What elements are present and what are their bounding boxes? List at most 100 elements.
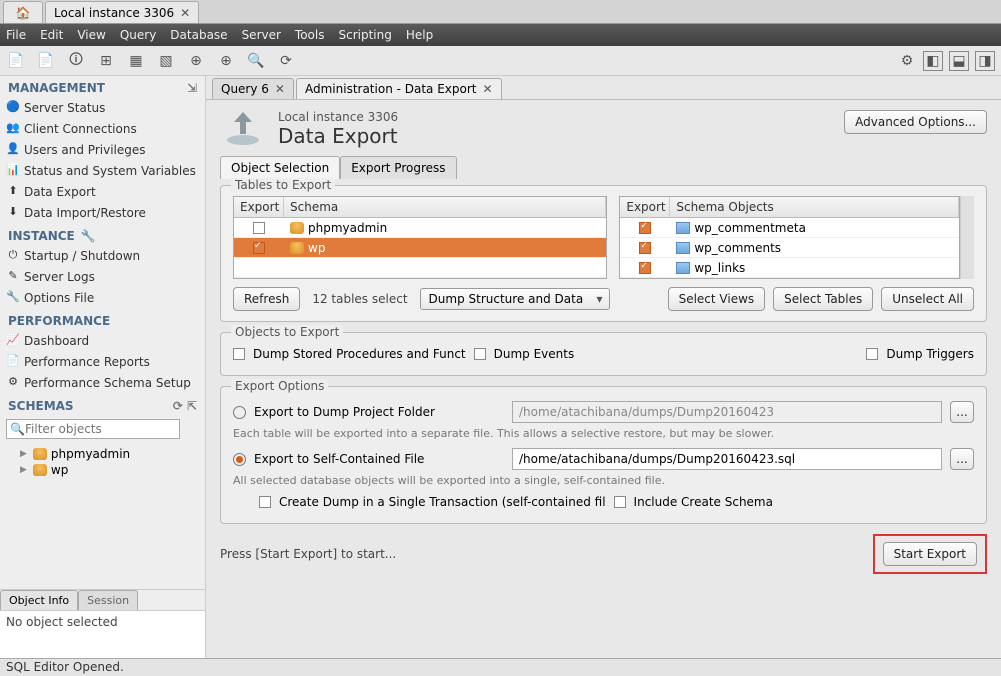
new-schema-icon[interactable]: ⊞ xyxy=(96,51,116,71)
col-export[interactable]: Export xyxy=(620,197,670,217)
export-file-radio[interactable] xyxy=(233,453,246,466)
gear-icon[interactable]: ⚙ xyxy=(897,51,917,71)
close-icon[interactable]: ✕ xyxy=(180,6,190,20)
export-icon: ⬆ xyxy=(6,183,20,197)
single-transaction-checkbox[interactable] xyxy=(259,496,271,508)
export-checkbox[interactable] xyxy=(639,242,651,254)
open-sql-icon[interactable]: 📄 xyxy=(36,51,56,71)
unselect-all-button[interactable]: Unselect All xyxy=(881,287,974,311)
schema-item-phpmyadmin[interactable]: ▶phpmyadmin xyxy=(6,446,199,462)
export-checkbox[interactable] xyxy=(639,222,651,234)
dump-procs-checkbox[interactable] xyxy=(233,348,245,360)
new-view-icon[interactable]: ▧ xyxy=(156,51,176,71)
reconnect-icon[interactable]: ⟳ xyxy=(276,51,296,71)
object-row[interactable]: wp_links xyxy=(620,258,959,278)
table-icon xyxy=(676,242,690,254)
management-header: MANAGEMENT ⇲ xyxy=(0,76,205,98)
object-row[interactable]: wp_commentmeta xyxy=(620,218,959,238)
nav-label: Server Status xyxy=(24,101,105,115)
inspector-icon[interactable]: 🛈 xyxy=(66,51,86,71)
subtab-object-selection[interactable]: Object Selection xyxy=(220,156,340,179)
nav-users-privileges[interactable]: 👤Users and Privileges xyxy=(0,140,205,161)
nav-data-export[interactable]: ⬆Data Export xyxy=(0,182,205,203)
object-name: wp_links xyxy=(694,261,745,275)
menu-tools[interactable]: Tools xyxy=(295,28,325,42)
advanced-options-button[interactable]: Advanced Options... xyxy=(844,110,987,134)
nav-status-variables[interactable]: 📊Status and System Variables xyxy=(0,161,205,182)
menu-query[interactable]: Query xyxy=(120,28,156,42)
nav-server-logs[interactable]: ✎Server Logs xyxy=(0,267,205,288)
press-start-hint: Press [Start Export] to start... xyxy=(220,547,396,561)
nav-perf-schema-setup[interactable]: ⚙Performance Schema Setup xyxy=(0,373,205,394)
search-icon[interactable]: 🔍 xyxy=(246,51,266,71)
home-tab[interactable]: 🏠 xyxy=(3,1,43,23)
nav-dashboard[interactable]: 📈Dashboard xyxy=(0,331,205,352)
nav-startup-shutdown[interactable]: ⏻Startup / Shutdown xyxy=(0,246,205,267)
file-path-input[interactable] xyxy=(512,448,942,470)
nav-perf-reports[interactable]: 📄Performance Reports xyxy=(0,352,205,373)
schema-row-phpmyadmin[interactable]: phpmyadmin xyxy=(234,218,606,238)
collapse-icon[interactable]: ⇲ xyxy=(187,81,197,95)
close-icon[interactable]: ✕ xyxy=(275,82,285,96)
dump-mode-select[interactable]: Dump Structure and Data xyxy=(420,288,610,310)
wrench-icon: 🔧 xyxy=(6,289,20,303)
col-export[interactable]: Export xyxy=(234,197,284,217)
folder-note: Each table will be exported into a separ… xyxy=(233,427,974,440)
browse-file-button[interactable]: ... xyxy=(950,448,974,470)
tree-arrow-icon[interactable]: ▶ xyxy=(20,449,27,459)
menu-view[interactable]: View xyxy=(77,28,105,42)
col-schema-objects[interactable]: Schema Objects xyxy=(670,197,959,217)
nav-label: Options File xyxy=(24,291,94,305)
tab-session[interactable]: Session xyxy=(78,590,138,610)
panel-right-icon[interactable]: ◨ xyxy=(975,51,995,71)
new-table-icon[interactable]: ▦ xyxy=(126,51,146,71)
nav-options-file[interactable]: 🔧 Options File xyxy=(0,288,205,309)
nav-client-connections[interactable]: 👥Client Connections xyxy=(0,119,205,140)
schemas-header: SCHEMAS⟳ ⇱ xyxy=(0,394,205,416)
select-views-button[interactable]: Select Views xyxy=(668,287,766,311)
expand-icon[interactable]: ⇱ xyxy=(187,399,197,413)
window-tab-bar: 🏠 Local instance 3306 ✕ xyxy=(0,0,1001,24)
panel-left-icon[interactable]: ◧ xyxy=(923,51,943,71)
schema-tree[interactable]: ▶phpmyadmin ▶wp xyxy=(0,442,205,589)
subtab-export-progress[interactable]: Export Progress xyxy=(340,156,456,179)
export-checkbox[interactable] xyxy=(253,222,265,234)
close-icon[interactable]: ✕ xyxy=(483,82,493,96)
export-folder-radio[interactable] xyxy=(233,406,246,419)
col-schema[interactable]: Schema xyxy=(284,197,606,217)
schema-item-wp[interactable]: ▶wp xyxy=(6,462,199,478)
new-sql-tab-icon[interactable]: 📄 xyxy=(6,51,26,71)
tab-object-info[interactable]: Object Info xyxy=(0,590,78,610)
schema-filter-input[interactable] xyxy=(6,419,180,439)
dump-events-checkbox[interactable] xyxy=(474,348,486,360)
export-checkbox[interactable] xyxy=(253,242,265,254)
schema-row-wp[interactable]: wp xyxy=(234,238,606,258)
refresh-button[interactable]: Refresh xyxy=(233,287,300,311)
new-proc-icon[interactable]: ⊕ xyxy=(186,51,206,71)
menu-database[interactable]: Database xyxy=(170,28,227,42)
menu-file[interactable]: File xyxy=(6,28,26,42)
table-icon xyxy=(676,222,690,234)
refresh-icon[interactable]: ⟳ xyxy=(173,399,183,413)
nav-data-import[interactable]: ⬇Data Import/Restore xyxy=(0,203,205,224)
menu-scripting[interactable]: Scripting xyxy=(338,28,391,42)
start-export-button[interactable]: Start Export xyxy=(883,542,977,566)
connection-tab[interactable]: Local instance 3306 ✕ xyxy=(45,1,199,23)
panel-bottom-icon[interactable]: ⬓ xyxy=(949,51,969,71)
dump-triggers-checkbox[interactable] xyxy=(866,348,878,360)
object-row[interactable]: wp_comments xyxy=(620,238,959,258)
export-checkbox[interactable] xyxy=(639,262,651,274)
browse-folder-button[interactable]: ... xyxy=(950,401,974,423)
new-func-icon[interactable]: ⊕ xyxy=(216,51,236,71)
nav-server-status[interactable]: 🔵Server Status xyxy=(0,98,205,119)
menu-server[interactable]: Server xyxy=(242,28,281,42)
menu-help[interactable]: Help xyxy=(406,28,433,42)
select-tables-button[interactable]: Select Tables xyxy=(773,287,873,311)
vertical-scrollbar[interactable] xyxy=(960,196,974,279)
tab-admin-data-export[interactable]: Administration - Data Export✕ xyxy=(296,78,502,99)
tab-query6[interactable]: Query 6✕ xyxy=(212,78,294,99)
nav-label: Status and System Variables xyxy=(24,164,196,178)
tree-arrow-icon[interactable]: ▶ xyxy=(20,465,27,475)
menu-edit[interactable]: Edit xyxy=(40,28,63,42)
include-schema-checkbox[interactable] xyxy=(614,496,626,508)
